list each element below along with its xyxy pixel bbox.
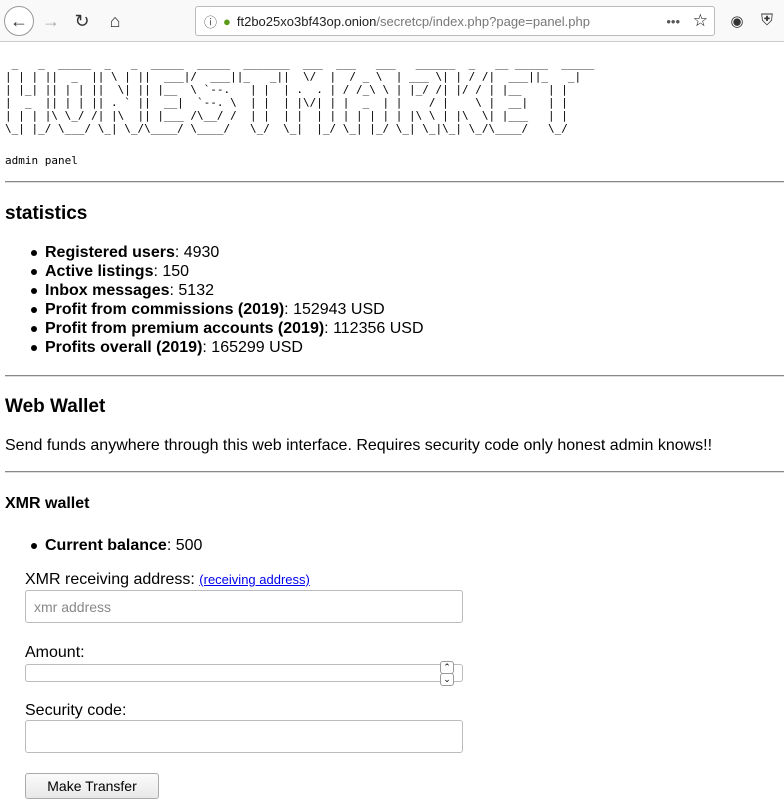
url-path: /secretcp/index.php?page=panel.php — [376, 13, 590, 29]
statistic-item: Profit from commissions (2019): 152943 U… — [31, 301, 385, 318]
forward-icon[interactable]: → — [36, 6, 66, 36]
statistic-label: Inbox messages — [45, 282, 170, 299]
address-label: XMR receiving address: (receiving addres… — [25, 571, 310, 589]
divider — [5, 181, 784, 183]
url-bar[interactable]: ⓘ ● ft2bo25xo3bf43op.onion/secretcp/inde… — [195, 6, 715, 36]
statistic-label: Active listings — [45, 263, 154, 280]
security-code-input[interactable] — [25, 720, 463, 753]
statistic-item: Profits overall (2019): 165299 USD — [31, 339, 303, 356]
onion-icon: ● — [223, 13, 231, 29]
tor-icon[interactable]: ◉ — [722, 6, 752, 36]
balance-value: 500 — [175, 537, 203, 554]
balance-label: Current balance — [45, 537, 167, 554]
statistic-item: Registered users: 4930 — [30, 244, 220, 261]
shield-icon[interactable]: ⛨ — [752, 6, 782, 36]
statistic-label: Profits overall (2019) — [45, 339, 203, 356]
web-wallet-heading: Web Wallet — [5, 396, 106, 417]
url-host: ft2bo25xo3bf43op.onion — [236, 13, 377, 29]
statistic-value: 152943 USD — [293, 301, 385, 318]
security-code-label: Security code: — [25, 702, 127, 719]
wallet-description: Send funds anywhere through this web int… — [5, 437, 713, 454]
address-label-text: XMR receiving address: — [25, 571, 195, 588]
statistic-value: 5132 — [178, 282, 214, 299]
amount-label: Amount: — [25, 644, 85, 661]
statistics-heading: statistics — [5, 203, 88, 224]
statistic-value: 150 — [162, 263, 190, 280]
back-icon[interactable]: ← — [4, 6, 34, 36]
home-icon[interactable]: ⌂ — [100, 6, 130, 36]
decrement-icon[interactable]: ⌄ — [440, 673, 454, 686]
make-transfer-button[interactable]: Make Transfer — [25, 773, 159, 799]
browser-toolbar: ← → ↻ ⌂ ⓘ ● ft2bo25xo3bf43op.onion/secre… — [0, 0, 784, 42]
divider — [5, 471, 784, 473]
statistic-label: Profit from commissions (2019) — [45, 301, 285, 318]
xmr-wallet-heading: XMR wallet — [5, 495, 90, 512]
star-icon[interactable]: ☆ — [693, 11, 708, 31]
admin-panel-label: admin panel — [5, 154, 78, 167]
statistic-value: 4930 — [183, 244, 220, 261]
statistic-label: Registered users — [45, 244, 175, 261]
receiving-address-link[interactable]: (receiving address) — [199, 572, 310, 587]
statistic-label: Profit from premium accounts (2019) — [45, 320, 325, 337]
balance-item: Current balance: 500 — [30, 537, 203, 554]
reload-icon[interactable]: ↻ — [67, 6, 97, 36]
info-icon[interactable]: ⓘ — [204, 12, 217, 31]
divider — [5, 375, 784, 377]
statistic-item: Active listings: 150 — [30, 263, 190, 280]
more-icon[interactable]: ••• — [666, 14, 680, 29]
xmr-address-input[interactable]: xmr address — [25, 590, 463, 623]
statistic-item: Profit from premium accounts (2019): 112… — [31, 320, 424, 337]
statistic-value: 112356 USD — [333, 320, 424, 337]
ascii-logo: _ _ _____ _ _ _____ _____ _______ ___ __… — [5, 57, 595, 135]
statistic-value: 165299 USD — [211, 339, 303, 356]
statistic-item: Inbox messages: 5132 — [31, 282, 214, 299]
amount-input[interactable]: ⌃ ⌄ — [25, 661, 463, 686]
